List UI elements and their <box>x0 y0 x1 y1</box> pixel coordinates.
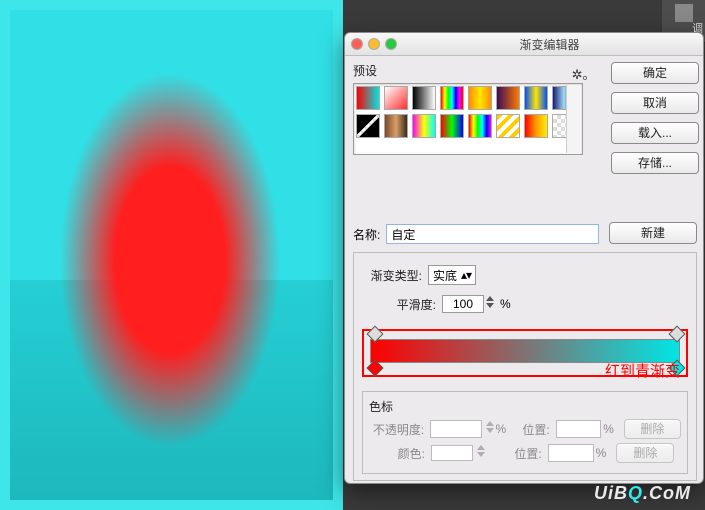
cancel-button[interactable]: 取消 <box>611 92 699 114</box>
smoothness-unit: % <box>500 297 511 311</box>
gradient-type-value: 实底 <box>433 267 457 284</box>
preset-swatch[interactable] <box>412 86 436 110</box>
dialog-content: 预设 ✲｡ 确定 <box>345 56 703 484</box>
preset-swatch[interactable] <box>440 86 464 110</box>
opacity-stop-right[interactable] <box>671 328 681 340</box>
smoothness-label: 平滑度: <box>362 296 436 313</box>
percent-unit: % <box>603 422 614 436</box>
preset-swatch[interactable] <box>496 114 520 138</box>
gradient-type-label: 渐变类型: <box>362 267 422 284</box>
stops-group: 色标 不透明度: % 位置: % 删除 颜色: % 位置: <box>362 391 688 474</box>
opacity-stop-row: 不透明度: % 位置: % 删除 <box>369 419 681 439</box>
preset-swatch[interactable] <box>384 114 408 138</box>
name-row: 名称: <box>353 224 599 244</box>
preset-swatch[interactable] <box>412 114 436 138</box>
percent-unit: % <box>596 446 607 460</box>
preset-swatch[interactable] <box>384 86 408 110</box>
titlebar[interactable]: 渐变编辑器 <box>345 33 703 56</box>
color-label: 颜色: <box>369 445 425 462</box>
gradient-definition-section: 渐变类型: 实底 ▴▾ 平滑度: 100 % <box>353 252 697 481</box>
color-stop-row: 颜色: % 位置: % 删除 <box>369 443 681 463</box>
gradient-ramp-area: 红到青渐变 <box>362 329 688 377</box>
gradient-type-row: 渐变类型: 实底 ▴▾ <box>362 265 688 285</box>
stops-group-label: 色标 <box>369 398 681 415</box>
minimize-icon[interactable] <box>368 38 380 50</box>
annotation-text: 红到青渐变 <box>605 360 680 381</box>
save-button[interactable]: 存储... <box>611 152 699 174</box>
presets-section: 预设 ✲｡ <box>353 62 595 155</box>
position-label: 位置: <box>516 421 550 438</box>
dialog-button-column: 确定 取消 载入... 存储... <box>611 62 697 182</box>
color-stop-left[interactable] <box>369 362 379 374</box>
ok-button[interactable]: 确定 <box>611 62 699 84</box>
smoothness-row: 平滑度: 100 % <box>362 295 688 313</box>
preset-scrollbar[interactable] <box>566 85 581 153</box>
smoothness-input[interactable]: 100 <box>442 295 484 313</box>
preset-swatch[interactable] <box>440 114 464 138</box>
delete-opacity-stop-button: 删除 <box>624 419 681 439</box>
preset-swatch[interactable] <box>468 86 492 110</box>
close-icon[interactable] <box>351 38 363 50</box>
gradient-editor-dialog: 渐变编辑器 预设 ✲｡ <box>344 32 704 484</box>
color-well <box>431 445 473 461</box>
watermark: UiBQ.CoM <box>594 483 691 504</box>
preset-swatch[interactable] <box>524 114 548 138</box>
gradient-name-input[interactable] <box>386 224 599 244</box>
duotone-photo <box>10 10 333 500</box>
preset-swatch[interactable] <box>468 114 492 138</box>
zoom-icon[interactable] <box>385 38 397 50</box>
preset-swatch[interactable] <box>524 86 548 110</box>
annotation-highlight: 红到青渐变 <box>362 329 688 377</box>
delete-color-stop-button: 删除 <box>616 443 674 463</box>
preset-swatch-grid[interactable] <box>353 83 583 155</box>
smoothness-stepper[interactable] <box>484 295 496 313</box>
new-button[interactable]: 新建 <box>609 222 697 244</box>
opacity-label: 不透明度: <box>369 421 424 438</box>
percent-unit: % <box>495 422 506 436</box>
preset-swatch[interactable] <box>356 86 380 110</box>
dialog-title: 渐变编辑器 <box>402 36 697 53</box>
opacity-stepper <box>484 420 496 438</box>
load-button[interactable]: 载入... <box>611 122 699 144</box>
color-stepper <box>475 444 487 462</box>
preset-swatch[interactable] <box>356 114 380 138</box>
gear-icon[interactable]: ✲｡ <box>572 64 589 83</box>
gradient-type-select[interactable]: 实底 ▴▾ <box>428 265 476 285</box>
chevron-updown-icon: ▴▾ <box>461 268 471 282</box>
position-label: 位置: <box>508 445 542 462</box>
document-canvas <box>0 0 343 510</box>
color-position-input <box>548 444 594 462</box>
opacity-position-input <box>556 420 601 438</box>
name-label: 名称: <box>353 226 380 243</box>
opacity-input <box>430 420 481 438</box>
preset-swatch[interactable] <box>496 86 520 110</box>
presets-label: 预设 <box>353 64 377 78</box>
adjustments-icon[interactable] <box>675 4 693 22</box>
opacity-stop-left[interactable] <box>369 328 379 340</box>
